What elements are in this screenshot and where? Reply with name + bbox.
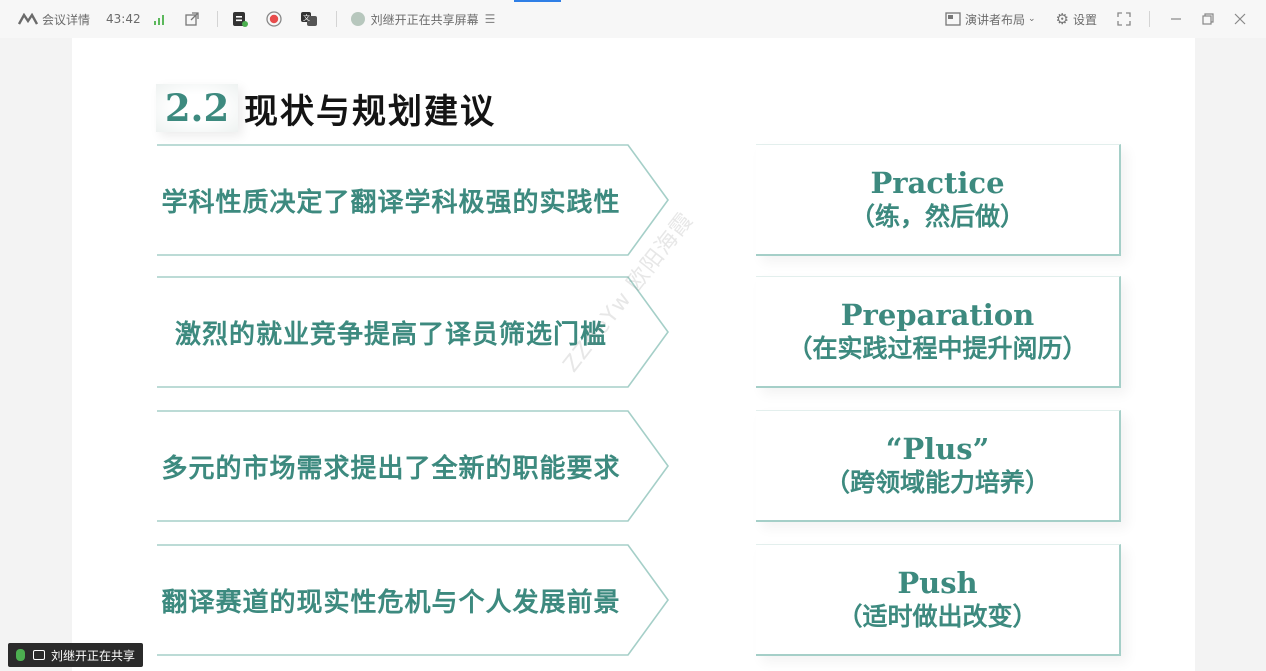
strategy-card-4: Push （适时做出改变） [756, 544, 1121, 656]
strategy-card-2: Preparation （在实践过程中提升阅历） [756, 276, 1121, 388]
toolbar-divider [335, 11, 337, 27]
settings-button[interactable]: ⚙ 设置 [1056, 10, 1097, 28]
layout-dropdown[interactable]: 演讲者布局 ⌄ [945, 11, 1036, 28]
fullscreen-icon[interactable] [1117, 12, 1131, 26]
presenter-avatar [350, 12, 365, 26]
arrow-box-3: 多元的市场需求提出了全新的职能要求 [156, 410, 670, 522]
shared-slide: 2.2 现状与规划建议 学科性质决定了翻译学科极强的实践性 Practice （… [72, 38, 1195, 671]
translate-icon[interactable]: 文 [300, 11, 318, 27]
notes-icon[interactable] [232, 11, 248, 27]
sharing-status-label: 刘继开正在共享屏幕 [370, 12, 479, 27]
layout-label: 演讲者布局 [964, 12, 1025, 27]
sharing-indicator-label: 刘继开正在共享 [51, 648, 136, 663]
app-logo-icon [18, 13, 38, 25]
minimize-icon[interactable] [1170, 13, 1182, 25]
chevron-down-icon: ⌄ [1027, 14, 1036, 24]
svg-text:文: 文 [303, 13, 310, 22]
slide-title: 2.2 现状与规划建议 [156, 84, 496, 132]
toolbar-divider [216, 11, 218, 27]
settings-label: 设置 [1072, 12, 1097, 27]
active-tab-indicator [514, 0, 561, 2]
gear-icon: ⚙ [1055, 10, 1069, 28]
card-english-3: “Plus” [885, 431, 990, 466]
card-chinese-3: （跨领域能力培养） [824, 467, 1050, 497]
toolbar-divider [1149, 11, 1150, 27]
meeting-duration: 43:42 [106, 12, 141, 26]
list-icon: ☰ [484, 12, 496, 26]
card-chinese-1: （练，然后做） [849, 201, 1025, 231]
arrow-label-3: 多元的市场需求提出了全新的职能要求 [161, 453, 621, 484]
card-english-4: Push [897, 565, 978, 600]
mic-icon [16, 649, 25, 661]
card-english-2: Preparation [840, 297, 1035, 332]
restore-icon[interactable] [1202, 13, 1214, 25]
sharing-status[interactable]: 刘继开正在共享屏幕 ☰ [350, 11, 496, 28]
section-number: 2.2 [156, 84, 238, 132]
arrow-box-1: 学科性质决定了翻译学科极强的实践性 [156, 144, 670, 256]
card-chinese-2: （在实践过程中提升阅历） [787, 333, 1088, 363]
strategy-card-3: “Plus” （跨领域能力培养） [756, 410, 1121, 522]
arrow-label-4: 翻译赛道的现实性危机与个人发展前景 [161, 587, 621, 618]
arrow-label-2: 激烈的就业竞争提高了译员筛选门槛 [174, 319, 607, 350]
record-icon[interactable] [265, 11, 282, 27]
layout-icon [945, 12, 961, 26]
close-icon[interactable] [1234, 13, 1246, 25]
arrow-label-1: 学科性质决定了翻译学科极强的实践性 [161, 187, 621, 218]
meeting-toolbar: 会议详情 43:42 文 刘继开正在共享屏幕 ☰ 演讲者布局 ⌄ ⚙ 设置 [0, 0, 1266, 38]
screen-share-icon [33, 650, 45, 660]
meeting-details-label: 会议详情 [42, 12, 91, 27]
signal-icon [153, 13, 167, 25]
card-chinese-4: （适时做出改变） [837, 601, 1038, 631]
arrow-box-4: 翻译赛道的现实性危机与个人发展前景 [156, 544, 670, 656]
popout-icon[interactable] [184, 12, 199, 26]
strategy-card-1: Practice （练，然后做） [756, 144, 1121, 256]
section-title: 现状与规划建议 [244, 91, 496, 132]
meeting-details-button[interactable]: 会议详情 [18, 11, 90, 28]
sharing-indicator[interactable]: 刘继开正在共享 [8, 643, 144, 667]
card-english-1: Practice [870, 165, 1005, 200]
